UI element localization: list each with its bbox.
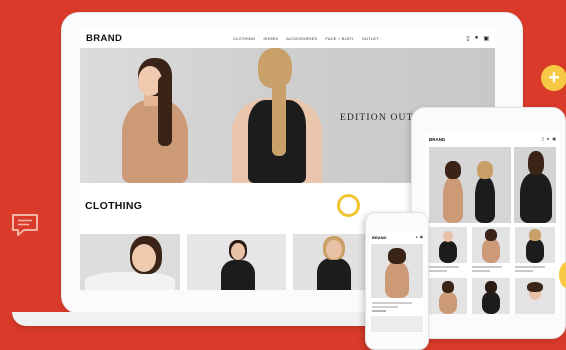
- account-icon[interactable]: ●: [475, 35, 479, 41]
- phone-brand-logo[interactable]: BRAND: [372, 235, 386, 240]
- tablet-caption-line: [515, 266, 545, 268]
- hero-model-tan: [108, 48, 208, 183]
- menu-item-accessories[interactable]: ACCESSORIES: [286, 36, 317, 41]
- chat-bubble-icon: [10, 212, 40, 238]
- tablet-caption-line: [429, 266, 459, 268]
- tablet-caption-line: [515, 270, 533, 272]
- menu-item-clothing[interactable]: CLOTHING: [233, 36, 255, 41]
- account-icon[interactable]: ●: [547, 136, 549, 141]
- section-title: CLOTHING: [85, 200, 143, 212]
- phone-product-next[interactable]: [371, 316, 423, 332]
- hero-headline: EDITION OUTE: [340, 113, 421, 123]
- product-thumb-3[interactable]: [293, 234, 373, 290]
- nav-icons: ▯ ● ▣: [466, 28, 489, 48]
- cart-icon[interactable]: ▣: [420, 235, 423, 239]
- tablet-caption-line: [429, 270, 447, 272]
- tablet-product-4[interactable]: [429, 278, 467, 314]
- tablet-product-1[interactable]: [429, 227, 467, 263]
- product-thumb-2[interactable]: [187, 234, 286, 290]
- menu-item-face-body[interactable]: FACE + BODY: [325, 36, 354, 41]
- tablet-hero-tile[interactable]: [429, 147, 511, 223]
- phone-icon[interactable]: ▯: [466, 35, 469, 42]
- phone-price-line: [372, 310, 386, 312]
- cart-icon[interactable]: ▣: [552, 136, 556, 141]
- site-navbar: BRAND CLOTHING SHOES ACCESSORIES FACE + …: [80, 28, 495, 48]
- hero-model-black: [222, 48, 332, 183]
- cart-icon[interactable]: ▣: [483, 35, 489, 42]
- tablet-side-tile[interactable]: [514, 147, 556, 223]
- tablet-product-3[interactable]: [515, 227, 555, 263]
- tablet-product-6[interactable]: [515, 278, 555, 314]
- tablet-caption-line: [472, 266, 502, 268]
- tablet-product-2[interactable]: [472, 227, 510, 263]
- phone-icon[interactable]: ▯: [542, 136, 544, 141]
- product-thumb-1[interactable]: [80, 234, 180, 290]
- phone-product-hero[interactable]: [371, 244, 423, 298]
- account-icon[interactable]: ●: [416, 235, 418, 239]
- tablet-screen: BRAND ▯ ● ▣: [426, 133, 560, 314]
- phone-screen: BRAND ● ▣: [369, 232, 425, 333]
- phone-nav-icons: ● ▣: [416, 235, 423, 239]
- laptop-base: [12, 312, 392, 326]
- menu-item-outlet[interactable]: OUTLET: [362, 36, 379, 41]
- phone-caption-line: [372, 306, 398, 308]
- phone-caption-line: [372, 302, 412, 304]
- menu-item-shoes[interactable]: SHOES: [263, 36, 278, 41]
- main-menu: CLOTHING SHOES ACCESSORIES FACE + BODY O…: [233, 28, 379, 48]
- brand-logo[interactable]: BRAND: [86, 33, 122, 44]
- tablet-nav-icons: ▯ ● ▣: [542, 136, 556, 141]
- tablet-caption-line: [472, 270, 490, 272]
- loading-ring: [337, 194, 360, 217]
- plus-icon[interactable]: +: [541, 65, 566, 91]
- tablet-brand-logo[interactable]: BRAND: [429, 137, 445, 142]
- tablet-product-5[interactable]: [472, 278, 510, 314]
